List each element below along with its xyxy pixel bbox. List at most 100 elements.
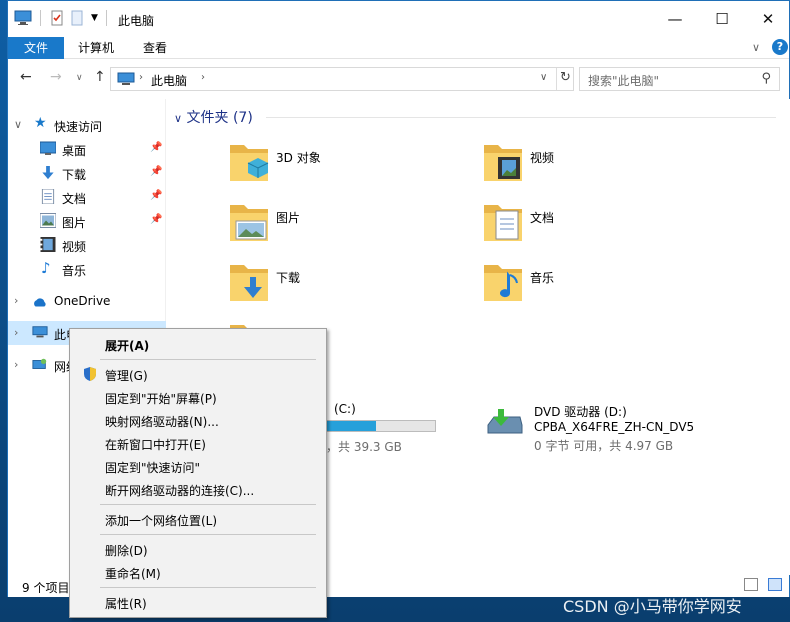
menu-item-pin-quick-access[interactable]: 固定到"快速访问": [72, 455, 324, 477]
customize-toolbar-chevron-icon[interactable]: ▼: [91, 13, 98, 23]
menu-item-manage[interactable]: 管理(G): [72, 363, 324, 385]
menu-separator: [100, 359, 316, 360]
menu-item-properties[interactable]: 属性(R): [72, 591, 324, 613]
recent-locations-chevron-icon[interactable]: ∨: [76, 73, 83, 83]
this-pc-icon: [14, 10, 32, 25]
folder-label: 3D 对象: [276, 151, 321, 165]
nav-quick-access[interactable]: ∨ ★ 快速访问: [8, 113, 166, 137]
maximize-button[interactable]: ☐: [699, 1, 745, 37]
tab-view[interactable]: 查看: [129, 37, 181, 59]
folder-downloads[interactable]: 下载: [228, 259, 468, 315]
network-icon: [32, 358, 47, 369]
chevron-down-icon[interactable]: ∨: [752, 41, 760, 54]
pin-icon[interactable]: 📌: [150, 190, 162, 201]
folder-documents[interactable]: 文档: [482, 199, 722, 255]
folder-pictures[interactable]: 图片: [228, 199, 468, 255]
nav-item-downloads[interactable]: 下载 📌: [8, 161, 166, 185]
large-icons-view-icon[interactable]: [768, 578, 782, 591]
menu-separator: [100, 534, 316, 535]
nav-label: 快速访问: [54, 120, 103, 134]
new-folder-icon[interactable]: [69, 10, 85, 26]
documents-icon: [484, 205, 522, 241]
nav-item-pictures[interactable]: 图片 📌: [8, 209, 166, 233]
search-placeholder: 搜索"此电脑": [588, 74, 660, 88]
folder-label: 视频: [530, 151, 555, 165]
nav-onedrive[interactable]: › OneDrive: [8, 289, 166, 313]
chevron-down-icon[interactable]: ∨: [174, 112, 182, 125]
details-view-icon[interactable]: [744, 578, 758, 591]
back-arrow-icon[interactable]: ←: [20, 69, 32, 85]
address-bar[interactable]: › 此电脑 › ∨ ↻: [110, 67, 574, 91]
folder-music[interactable]: 音乐: [482, 259, 722, 315]
pictures-icon: [40, 213, 56, 228]
collapsed-arrow-icon[interactable]: ›: [14, 326, 18, 339]
minimize-button[interactable]: —: [652, 1, 698, 37]
menu-separator: [100, 504, 316, 505]
close-button[interactable]: ✕: [745, 1, 790, 37]
group-title: 文件夹 (7): [186, 110, 253, 126]
menu-item-open-new-window[interactable]: 在新窗口中打开(E): [72, 432, 324, 454]
desktop-icon: [40, 141, 56, 155]
breadcrumb-this-pc[interactable]: 此电脑: [151, 72, 187, 89]
nav-label: 下载: [62, 168, 87, 182]
nav-item-music[interactable]: ♪ 音乐: [8, 257, 166, 281]
folders-group-header[interactable]: ∨ 文件夹 (7): [174, 107, 776, 127]
drive-free-space: 0 字节 可用，共 4.97 GB: [534, 439, 674, 453]
download-icon: [42, 165, 54, 180]
forward-arrow-icon[interactable]: →: [50, 69, 62, 85]
menu-separator: [100, 587, 316, 588]
group-divider: [266, 117, 776, 118]
this-pc-icon: [32, 326, 48, 338]
collapsed-arrow-icon[interactable]: ›: [14, 358, 18, 371]
properties-icon[interactable]: [49, 10, 65, 26]
folder-label: 下载: [276, 271, 301, 285]
menu-item-map-network-drive[interactable]: 映射网络驱动器(N)...: [72, 409, 324, 431]
nav-label: 视频: [62, 240, 87, 254]
pin-icon[interactable]: 📌: [150, 214, 162, 225]
pin-icon[interactable]: 📌: [150, 166, 162, 177]
nav-label: 桌面: [62, 144, 87, 158]
address-dropdown-icon[interactable]: ∨: [540, 72, 547, 83]
menu-item-pin-start[interactable]: 固定到"开始"屏幕(P): [72, 386, 324, 408]
toolbar-separator: [40, 10, 41, 26]
navigation-bar: ← → ∨ ↑ › 此电脑 › ∨ ↻ 搜索"此电脑" ⚲: [8, 59, 789, 99]
menu-item-add-network-location[interactable]: 添加一个网络位置(L): [72, 508, 324, 530]
pin-icon[interactable]: 📌: [150, 142, 162, 153]
expanded-arrow-icon[interactable]: ∨: [14, 118, 22, 131]
tab-file[interactable]: 文件: [8, 37, 64, 59]
star-icon: ★: [34, 115, 47, 131]
menu-item-expand[interactable]: 展开(A): [72, 333, 324, 355]
item-count: 9 个项目: [22, 581, 70, 595]
music-icon: ♪: [41, 259, 51, 277]
refresh-icon[interactable]: ↻: [560, 70, 571, 85]
folder-videos[interactable]: 视频: [482, 139, 722, 195]
videos-icon: [484, 145, 522, 181]
search-icon: ⚲: [761, 71, 771, 86]
menu-item-disconnect-network-drive[interactable]: 断开网络驱动器的连接(C)...: [72, 478, 324, 500]
watermark-text: CSDN @小马带你学网安: [563, 597, 742, 616]
nav-item-videos[interactable]: 视频: [8, 233, 166, 257]
title-bar: ▼ 此电脑 — ☐ ✕: [8, 1, 789, 37]
breadcrumb-chevron-icon[interactable]: ›: [139, 72, 143, 83]
menu-item-rename[interactable]: 重命名(M): [72, 561, 324, 583]
shield-icon: [84, 367, 96, 381]
cloud-icon: [34, 298, 46, 307]
context-menu: 展开(A) 管理(G) 固定到"开始"屏幕(P) 映射网络驱动器(N)... 在…: [69, 328, 327, 618]
nav-item-desktop[interactable]: 桌面 📌: [8, 137, 166, 161]
folder-3d-objects[interactable]: 3D 对象: [228, 139, 468, 195]
download-icon: [230, 265, 268, 301]
this-pc-icon: [117, 72, 135, 85]
menu-item-delete[interactable]: 删除(D): [72, 538, 324, 560]
nav-label: 音乐: [62, 264, 87, 278]
address-divider: [556, 68, 557, 90]
nav-item-documents[interactable]: 文档 📌: [8, 185, 166, 209]
up-arrow-icon[interactable]: ↑: [94, 69, 106, 85]
drive-usage-fill: [327, 421, 376, 431]
search-input[interactable]: 搜索"此电脑" ⚲: [579, 67, 780, 91]
tab-computer[interactable]: 计算机: [64, 37, 128, 59]
quick-access-toolbar: ▼: [14, 10, 111, 26]
breadcrumb-chevron-icon[interactable]: ›: [201, 72, 205, 83]
ribbon-tabs: 文件 计算机 查看 ∨ ?: [8, 37, 789, 59]
help-icon[interactable]: ?: [772, 39, 788, 55]
collapsed-arrow-icon[interactable]: ›: [14, 294, 18, 307]
